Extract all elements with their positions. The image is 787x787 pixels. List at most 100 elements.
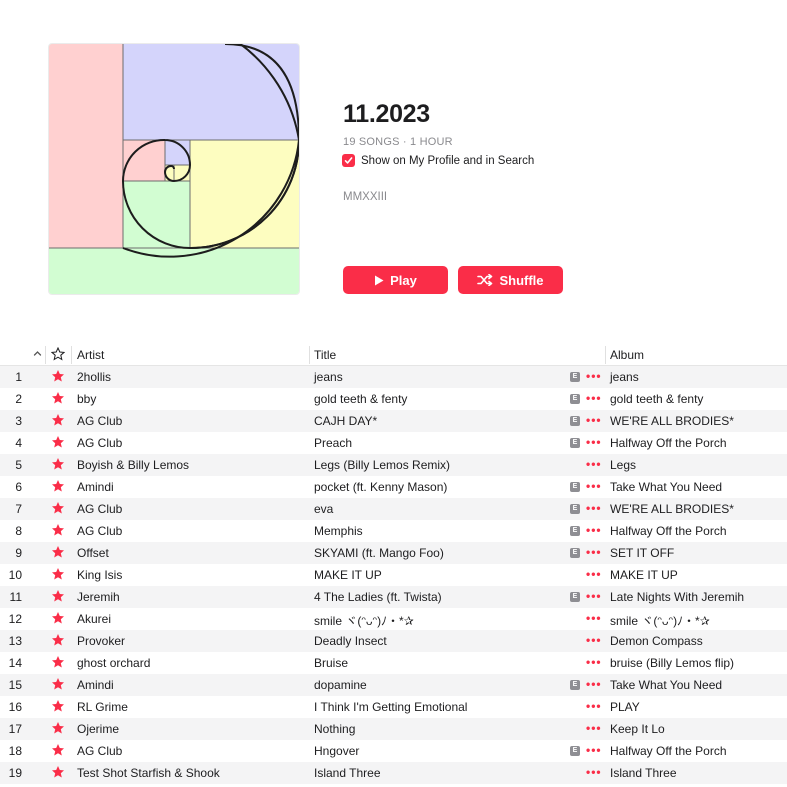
track-album[interactable]: bruise (Billy Lemos flip)	[610, 656, 734, 670]
track-artist[interactable]: AG Club	[77, 744, 122, 758]
table-row[interactable]: 15 Amindi dopamine E ••• Take What You N…	[0, 674, 787, 696]
track-album[interactable]: Take What You Need	[610, 480, 722, 494]
table-row[interactable]: 3 AG Club CAJH DAY* E ••• WE'RE ALL BROD…	[0, 410, 787, 432]
more-dots-icon[interactable]: •••	[586, 501, 602, 515]
track-title[interactable]: Hngover	[314, 744, 359, 758]
table-row[interactable]: 6 Amindi pocket (ft. Kenny Mason) E ••• …	[0, 476, 787, 498]
track-album[interactable]: WE'RE ALL BRODIES*	[610, 414, 734, 428]
star-filled-icon[interactable]	[51, 699, 65, 716]
track-title[interactable]: pocket (ft. Kenny Mason)	[314, 480, 447, 494]
play-button[interactable]: Play	[343, 266, 448, 294]
star-filled-icon[interactable]	[51, 545, 65, 562]
track-title[interactable]: Island Three	[314, 766, 381, 780]
chevron-up-icon[interactable]	[33, 347, 42, 361]
table-row[interactable]: 9 Offset SKYAMI (ft. Mango Foo) E ••• SE…	[0, 542, 787, 564]
track-artist[interactable]: 2hollis	[77, 370, 111, 384]
table-row[interactable]: 5 Boyish & Billy Lemos Legs (Billy Lemos…	[0, 454, 787, 476]
track-album[interactable]: Halfway Off the Porch	[610, 744, 727, 758]
track-artist[interactable]: RL Grime	[77, 700, 128, 714]
track-title[interactable]: Nothing	[314, 722, 355, 736]
star-filled-icon[interactable]	[51, 457, 65, 474]
track-title[interactable]: 4 The Ladies (ft. Twista)	[314, 590, 442, 604]
show-on-profile-toggle[interactable]: Show on My Profile and in Search	[342, 154, 534, 167]
track-artist[interactable]: Akurei	[77, 612, 111, 626]
table-row[interactable]: 7 AG Club eva E ••• WE'RE ALL BRODIES*	[0, 498, 787, 520]
star-filled-icon[interactable]	[51, 413, 65, 430]
track-album[interactable]: Late Nights With Jeremih	[610, 590, 744, 604]
more-dots-icon[interactable]: •••	[586, 655, 602, 669]
star-outline-icon[interactable]	[50, 346, 66, 364]
track-title[interactable]: CAJH DAY*	[314, 414, 377, 428]
track-artist[interactable]: bby	[77, 392, 96, 406]
more-dots-icon[interactable]: •••	[586, 523, 602, 537]
star-filled-icon[interactable]	[51, 567, 65, 584]
more-dots-icon[interactable]: •••	[586, 479, 602, 493]
table-row[interactable]: 10 King Isis MAKE IT UP ••• MAKE IT UP	[0, 564, 787, 586]
track-title[interactable]: jeans	[314, 370, 343, 384]
track-artist[interactable]: Amindi	[77, 678, 114, 692]
table-row[interactable]: 11 Jeremih 4 The Ladies (ft. Twista) E •…	[0, 586, 787, 608]
track-title[interactable]: dopamine	[314, 678, 367, 692]
track-album[interactable]: Halfway Off the Porch	[610, 436, 727, 450]
playlist-description[interactable]: MMXXIII	[343, 191, 387, 203]
table-row[interactable]: 18 AG Club Hngover E ••• Halfway Off the…	[0, 740, 787, 762]
more-dots-icon[interactable]: •••	[586, 699, 602, 713]
table-row[interactable]: 4 AG Club Preach E ••• Halfway Off the P…	[0, 432, 787, 454]
playlist-artwork[interactable]	[49, 44, 299, 294]
track-album[interactable]: Demon Compass	[610, 634, 703, 648]
more-dots-icon[interactable]: •••	[586, 435, 602, 449]
track-artist[interactable]: Provoker	[77, 634, 125, 648]
track-album[interactable]: Island Three	[610, 766, 677, 780]
track-title[interactable]: Deadly Insect	[314, 634, 387, 648]
column-header-title[interactable]: Title	[314, 348, 336, 362]
star-filled-icon[interactable]	[51, 391, 65, 408]
star-filled-icon[interactable]	[51, 435, 65, 452]
track-artist[interactable]: Boyish & Billy Lemos	[77, 458, 189, 472]
more-dots-icon[interactable]: •••	[586, 413, 602, 427]
track-title[interactable]: MAKE IT UP	[314, 568, 382, 582]
more-dots-icon[interactable]: •••	[586, 391, 602, 405]
star-filled-icon[interactable]	[51, 743, 65, 760]
track-album[interactable]: SET IT OFF	[610, 546, 674, 560]
table-row[interactable]: 14 ghost orchard Bruise ••• bruise (Bill…	[0, 652, 787, 674]
table-row[interactable]: 2 bby gold teeth & fenty E ••• gold teet…	[0, 388, 787, 410]
track-album[interactable]: smile ヾ(ᵔᴗᵔ)ﾉ・*✰	[610, 612, 710, 629]
more-dots-icon[interactable]: •••	[586, 589, 602, 603]
track-artist[interactable]: Amindi	[77, 480, 114, 494]
star-filled-icon[interactable]	[51, 369, 65, 386]
more-dots-icon[interactable]: •••	[586, 369, 602, 383]
track-album[interactable]: gold teeth & fenty	[610, 392, 703, 406]
star-filled-icon[interactable]	[51, 479, 65, 496]
track-album[interactable]: Keep It Lo	[610, 722, 665, 736]
track-title[interactable]: eva	[314, 502, 333, 516]
table-row[interactable]: 17 Ojerime Nothing ••• Keep It Lo	[0, 718, 787, 740]
track-album[interactable]: WE'RE ALL BRODIES*	[610, 502, 734, 516]
table-row[interactable]: 16 RL Grime I Think I'm Getting Emotiona…	[0, 696, 787, 718]
track-artist[interactable]: AG Club	[77, 414, 122, 428]
more-dots-icon[interactable]: •••	[586, 765, 602, 779]
track-title[interactable]: Legs (Billy Lemos Remix)	[314, 458, 450, 472]
track-album[interactable]: Take What You Need	[610, 678, 722, 692]
table-row[interactable]: 8 AG Club Memphis E ••• Halfway Off the …	[0, 520, 787, 542]
more-dots-icon[interactable]: •••	[586, 743, 602, 757]
table-row[interactable]: 19 Test Shot Starfish & Shook Island Thr…	[0, 762, 787, 784]
track-artist[interactable]: AG Club	[77, 436, 122, 450]
track-album[interactable]: jeans	[610, 370, 639, 384]
track-artist[interactable]: Jeremih	[77, 590, 120, 604]
track-album[interactable]: MAKE IT UP	[610, 568, 678, 582]
track-title[interactable]: Memphis	[314, 524, 363, 538]
track-album[interactable]: Legs	[610, 458, 636, 472]
track-artist[interactable]: King Isis	[77, 568, 122, 582]
more-dots-icon[interactable]: •••	[586, 545, 602, 559]
star-filled-icon[interactable]	[51, 721, 65, 738]
track-title[interactable]: SKYAMI (ft. Mango Foo)	[314, 546, 444, 560]
track-title[interactable]: I Think I'm Getting Emotional	[314, 700, 467, 714]
track-artist[interactable]: AG Club	[77, 502, 122, 516]
track-title[interactable]: Preach	[314, 436, 352, 450]
more-dots-icon[interactable]: •••	[586, 567, 602, 581]
star-filled-icon[interactable]	[51, 655, 65, 672]
star-filled-icon[interactable]	[51, 523, 65, 540]
more-dots-icon[interactable]: •••	[586, 457, 602, 471]
track-album[interactable]: PLAY	[610, 700, 640, 714]
track-title[interactable]: gold teeth & fenty	[314, 392, 407, 406]
